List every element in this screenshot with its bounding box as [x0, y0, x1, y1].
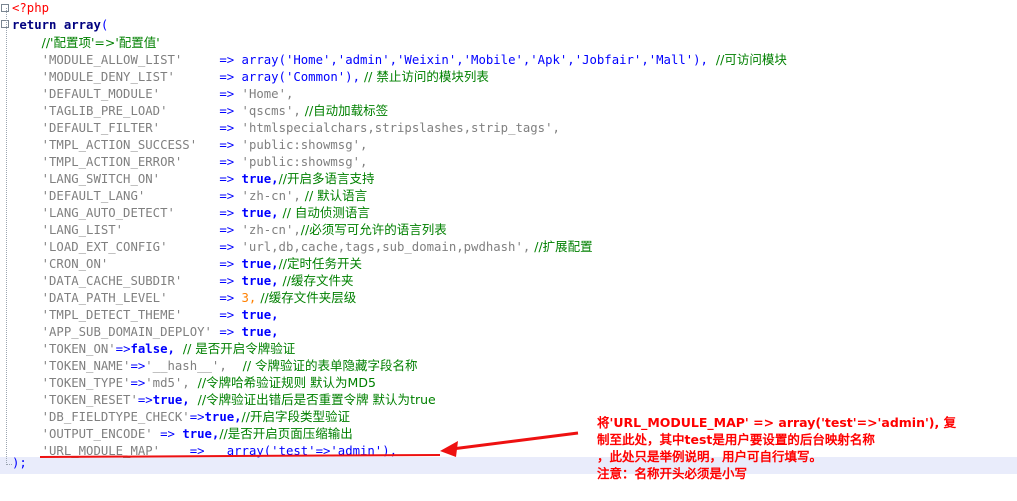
annotation-line-1: 将'URL_MODULE_MAP' => array('test'=>'admi…: [597, 415, 957, 430]
code-editor[interactable]: <?php return array( //'配置项'=>'配置值' 'MODU…: [0, 0, 1017, 501]
annotation-line-2: 制至此处，其中test是用户要设置的后台映射名称: [597, 432, 875, 447]
annotation-line-3: ，此处只是举例说明，用户可自行填写。: [597, 449, 823, 464]
annotation-line-4: 注意：名称开头必须是小写: [597, 466, 748, 481]
annotation-note: 将'URL_MODULE_MAP' => array('test'=>'admi…: [597, 414, 987, 482]
